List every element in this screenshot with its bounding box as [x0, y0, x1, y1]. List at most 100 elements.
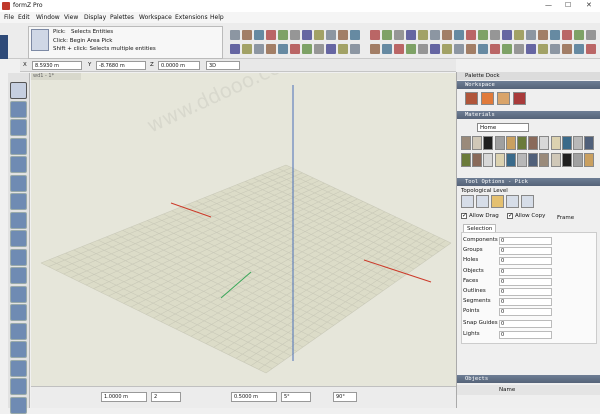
z-field[interactable]: 0.0000 m [158, 61, 200, 70]
menu-extensions[interactable]: Extensions [175, 14, 208, 21]
toolbar-tool-icon[interactable] [278, 30, 288, 40]
modeling-tool-icon[interactable] [10, 322, 27, 340]
tool-options-sidetab[interactable] [0, 35, 8, 59]
toolbar-tool-icon[interactable] [406, 30, 416, 40]
menu-edit[interactable]: Edit [18, 14, 30, 21]
toolbar-tool-icon[interactable] [290, 30, 300, 40]
tool-options-header[interactable]: Tool Options - Pick [457, 178, 600, 186]
y-field[interactable]: -8.7680 m [96, 61, 146, 70]
toolbar-tool-icon[interactable] [550, 30, 560, 40]
minimize-button[interactable]: — [545, 1, 552, 9]
toolbar-tool-icon[interactable] [254, 30, 264, 40]
grid-size-field[interactable]: 1.0000 m [101, 392, 147, 402]
toolbar-tool-icon[interactable] [502, 44, 512, 54]
toolbar-tool-icon[interactable] [478, 30, 488, 40]
toolbar-tool-icon[interactable] [562, 30, 572, 40]
toolbar-tool-icon[interactable] [326, 44, 336, 54]
menu-window[interactable]: Window [36, 14, 60, 21]
material-swatch[interactable] [584, 153, 595, 167]
objects-header[interactable]: Objects [457, 375, 600, 383]
toolbar-tool-icon[interactable] [490, 44, 500, 54]
modeling-tool-icon[interactable] [10, 156, 27, 173]
topology-level-icon[interactable] [491, 195, 504, 208]
menu-workspace[interactable]: Workspace [139, 14, 172, 21]
material-swatch[interactable] [528, 136, 539, 150]
toolbar-tool-icon[interactable] [230, 30, 240, 40]
material-swatch[interactable] [584, 136, 595, 150]
toolbar-tool-icon[interactable] [338, 44, 348, 54]
material-swatch[interactable] [573, 153, 583, 167]
snap-angle-field[interactable]: 5° [281, 392, 311, 402]
toolbar-tool-icon[interactable] [430, 44, 440, 54]
toolbar-tool-icon[interactable] [278, 44, 288, 54]
close-button[interactable]: ✕ [586, 1, 592, 9]
toolbar-tool-icon[interactable] [562, 44, 572, 54]
menu-view[interactable]: View [64, 14, 78, 21]
material-swatch[interactable] [539, 153, 550, 167]
toolbar-tool-icon[interactable] [430, 30, 440, 40]
toolbar-tool-icon[interactable] [418, 30, 428, 40]
toolbar-tool-icon[interactable] [326, 30, 336, 40]
snap-size-field[interactable]: 0.5000 m [231, 392, 277, 402]
toolbar-tool-icon[interactable] [370, 44, 380, 54]
material-swatch[interactable] [561, 153, 572, 167]
toolbar-tool-icon[interactable] [550, 44, 560, 54]
material-swatch[interactable] [517, 136, 527, 150]
toolbar-tool-icon[interactable] [302, 30, 312, 40]
topology-level-icon[interactable] [506, 195, 519, 208]
degree-field[interactable]: 90° [333, 392, 357, 402]
modeling-tool-icon[interactable] [10, 82, 27, 99]
toolbar-tool-icon[interactable] [394, 30, 404, 40]
toolbar-tool-icon[interactable] [586, 44, 596, 54]
workspace-icon[interactable] [465, 92, 478, 105]
toolbar-tool-icon[interactable] [526, 30, 536, 40]
toolbar-tool-icon[interactable] [454, 30, 464, 40]
workspace-icon[interactable] [481, 92, 494, 105]
toolbar-tool-icon[interactable] [574, 44, 584, 54]
material-swatch[interactable] [472, 136, 483, 150]
toolbar-tool-icon[interactable] [350, 30, 360, 40]
modeling-tool-icon[interactable] [10, 174, 27, 192]
toolbar-tool-icon[interactable] [290, 44, 300, 54]
allow-copy-checkbox[interactable] [507, 212, 513, 219]
toolbar-tool-icon[interactable] [370, 30, 380, 40]
x-field[interactable]: 8.5930 m [32, 61, 82, 70]
menu-display[interactable]: Display [84, 14, 106, 21]
modeling-tool-icon[interactable] [10, 100, 27, 118]
toolbar-tool-icon[interactable] [538, 44, 548, 54]
modeling-tool-icon[interactable] [10, 230, 27, 247]
material-swatch[interactable] [539, 136, 550, 150]
modeling-tool-icon[interactable] [10, 119, 27, 136]
toolbar-tool-icon[interactable] [514, 30, 524, 40]
toolbar-tool-icon[interactable] [338, 30, 348, 40]
toolbar-tool-icon[interactable] [394, 44, 404, 54]
toolbar-tool-icon[interactable] [586, 30, 596, 40]
toolbar-tool-icon[interactable] [314, 30, 324, 40]
material-swatch[interactable] [461, 136, 471, 150]
material-swatch[interactable] [483, 153, 494, 167]
toolbar-tool-icon[interactable] [382, 44, 392, 54]
toolbar-tool-icon[interactable] [454, 44, 464, 54]
toolbar-tool-icon[interactable] [266, 44, 276, 54]
material-swatch[interactable] [472, 153, 483, 167]
toolbar-tool-icon[interactable] [242, 30, 252, 40]
view-mode-select[interactable]: 3D [206, 61, 240, 70]
toolbar-tool-icon[interactable] [382, 30, 392, 40]
modeling-tool-icon[interactable] [10, 341, 27, 358]
allow-drag-checkbox[interactable] [461, 212, 467, 219]
toolbar-tool-icon[interactable] [442, 44, 452, 54]
material-swatch[interactable] [494, 136, 505, 150]
material-swatch[interactable] [517, 153, 527, 167]
material-swatch[interactable] [573, 136, 583, 150]
home-select[interactable]: Home [477, 123, 529, 132]
toolbar-tool-icon[interactable] [574, 30, 584, 40]
material-swatch[interactable] [494, 153, 505, 167]
toolbar-tool-icon[interactable] [502, 30, 512, 40]
topology-level-icon[interactable] [521, 195, 534, 208]
modeling-tool-icon[interactable] [10, 137, 27, 155]
modeling-tool-icon[interactable] [10, 285, 27, 303]
modeling-tool-icon[interactable] [10, 211, 27, 229]
workspace-header[interactable]: Workspace [457, 81, 600, 89]
toolbar-tool-icon[interactable] [466, 44, 476, 54]
toolbar-tool-icon[interactable] [230, 44, 240, 54]
